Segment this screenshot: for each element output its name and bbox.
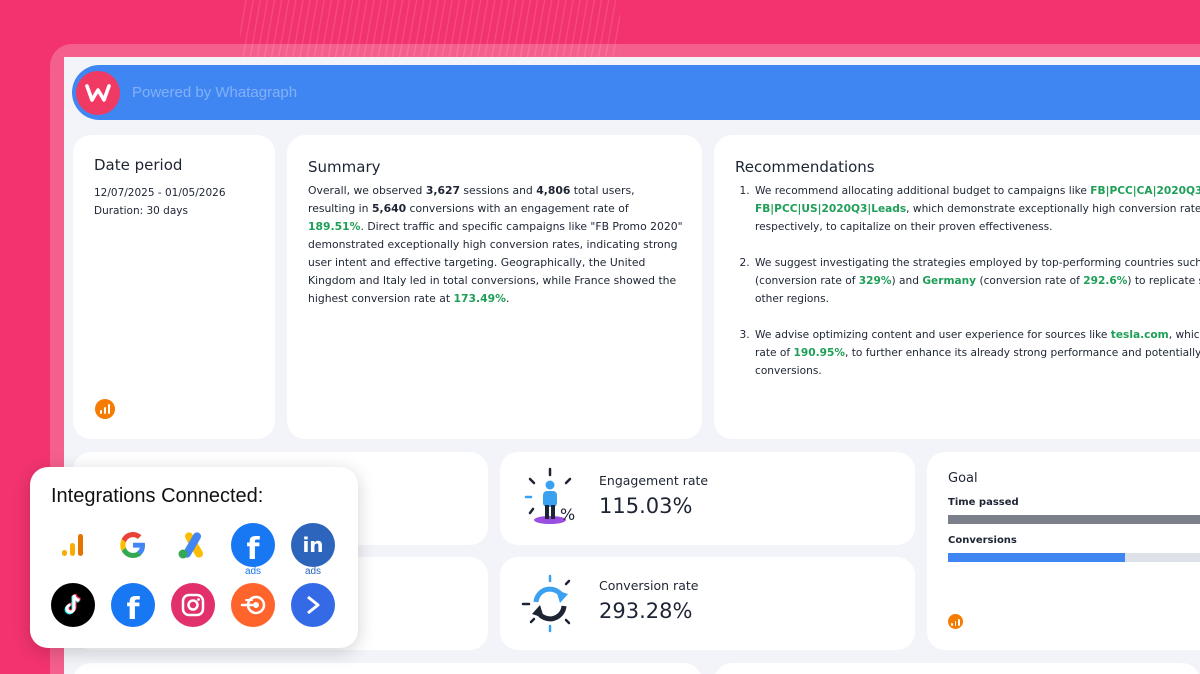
conversion-rate-value: 293.28% <box>599 599 693 623</box>
google-analytics-icon[interactable] <box>51 523 95 567</box>
google-analytics-icon <box>948 614 963 629</box>
campaign-name: FB|PCC|US|2020Q3|Leads <box>755 203 907 215</box>
conversion-rate-label: Conversion rate <box>599 578 699 593</box>
rec-text: , which has <box>1168 329 1200 341</box>
time-passed-bar <box>948 515 1200 524</box>
google-ads-icon[interactable] <box>171 523 215 567</box>
summary-part: Overall, we observed <box>308 184 426 197</box>
svg-text:%: % <box>560 505 575 524</box>
recommendations-list: We recommend allocating additional budge… <box>753 182 1200 380</box>
summary-title: Summary <box>308 158 381 176</box>
google-icon[interactable] <box>111 523 155 567</box>
goal-card: Goal Time passed Conversions <box>927 452 1200 650</box>
recommendations-card: Recommendations We recommend allocating … <box>714 135 1200 439</box>
summary-part: . <box>505 292 510 305</box>
rate-value: 292.6% <box>1083 275 1128 287</box>
rec-text: (conversion rate of <box>755 275 859 287</box>
facebook-icon[interactable]: f <box>111 583 155 627</box>
conversions-goal-label: Conversions <box>948 535 1017 546</box>
campaign-name: FB|PCC|CA|2020Q3|Leads <box>1090 185 1200 197</box>
goal-title: Goal <box>948 471 978 486</box>
semrush-icon[interactable] <box>231 583 275 627</box>
duration-text: Duration: 30 days <box>94 205 188 217</box>
bottom-card <box>714 663 1200 674</box>
integrations-title: Integrations Connected: <box>51 485 264 507</box>
recommendations-title: Recommendations <box>735 158 875 176</box>
time-passed-fill <box>948 515 1200 524</box>
engagement-rate-label: Engagement rate <box>599 473 709 488</box>
tiktok-ads-sub: ads <box>64 616 82 627</box>
rec-text: We suggest investigating the strategies … <box>755 257 1200 269</box>
conversion-cycle-icon <box>521 574 571 633</box>
rec-text: rate of <box>755 347 794 359</box>
integrations-panel: Integrations Connected: f ads in ads ads… <box>30 467 358 648</box>
summary-part: sessions and <box>460 184 537 197</box>
summary-part: conversions with an engagement rate of <box>406 202 629 215</box>
conversions-value: 5,640 <box>371 202 407 215</box>
rec-text: respectively, to capitalize on their pro… <box>755 221 1053 233</box>
engagement-rate-value: 115.03% <box>599 494 693 518</box>
rec-text: conversions. <box>755 365 822 377</box>
whatagraph-logo <box>76 70 120 115</box>
bottom-card <box>73 663 702 674</box>
rec-text: other regions. <box>755 293 829 305</box>
linkedin-ads-icon[interactable]: in <box>291 523 335 567</box>
rate-value: 329% <box>858 275 892 287</box>
conversions-goal-fill <box>948 553 1125 562</box>
engagement-rate-card: % Engagement rate 115.03% <box>500 452 915 545</box>
instagram-icon[interactable] <box>171 583 215 627</box>
google-analytics-icon <box>95 399 115 419</box>
rec-text: , to further enhance its already strong … <box>844 347 1200 359</box>
date-period-card: Date period 12/07/2025 - 01/05/2026 Dura… <box>73 135 275 439</box>
summary-card: Summary Overall, we observed 3,627 sessi… <box>287 135 702 439</box>
rec-text: , which demonstrate exceptionally high c… <box>906 203 1200 215</box>
activecampaign-icon[interactable] <box>291 583 335 627</box>
facebook-ads-sub: ads <box>244 566 262 577</box>
recommendation-item: We recommend allocating additional budge… <box>753 182 1200 236</box>
engagement-person-icon: % <box>524 467 575 524</box>
users-value: 4,806 <box>536 184 571 197</box>
source-name: tesla.com <box>1110 329 1169 341</box>
powered-by-text: Powered by Whatagraph <box>132 84 298 101</box>
facebook-ads-icon[interactable]: f <box>231 523 275 567</box>
recommendation-item: We suggest investigating the strategies … <box>753 254 1200 308</box>
rec-text: (conversion rate of <box>976 275 1084 287</box>
summary-text: Overall, we observed 3,627 sessions and … <box>308 182 683 308</box>
date-period-title: Date period <box>94 156 183 174</box>
conversion-rate-card: Conversion rate 293.28% <box>500 557 915 650</box>
sessions-value: 3,627 <box>425 184 460 197</box>
engagement-value: 189.51% <box>308 220 361 233</box>
linkedin-ads-sub: ads <box>304 566 322 577</box>
recommendation-item: We advise optimizing content and user ex… <box>753 326 1200 380</box>
rec-text: We advise optimizing content and user ex… <box>755 329 1111 341</box>
country-name: Germany <box>922 275 977 287</box>
whatagraph-w-icon <box>85 83 111 102</box>
rec-text: ) and <box>891 275 923 287</box>
report-header: Powered by Whatagraph <box>72 65 1200 120</box>
rec-text: We recommend allocating additional budge… <box>755 185 1091 197</box>
date-range: 12/07/2025 - 01/05/2026 <box>94 187 226 199</box>
conversions-goal-bar <box>948 553 1200 562</box>
france-rate-value: 173.49% <box>453 292 506 305</box>
rec-text: ) to replicate succ <box>1127 275 1200 287</box>
time-passed-label: Time passed <box>948 497 1019 508</box>
rate-value: 190.95% <box>793 347 845 359</box>
